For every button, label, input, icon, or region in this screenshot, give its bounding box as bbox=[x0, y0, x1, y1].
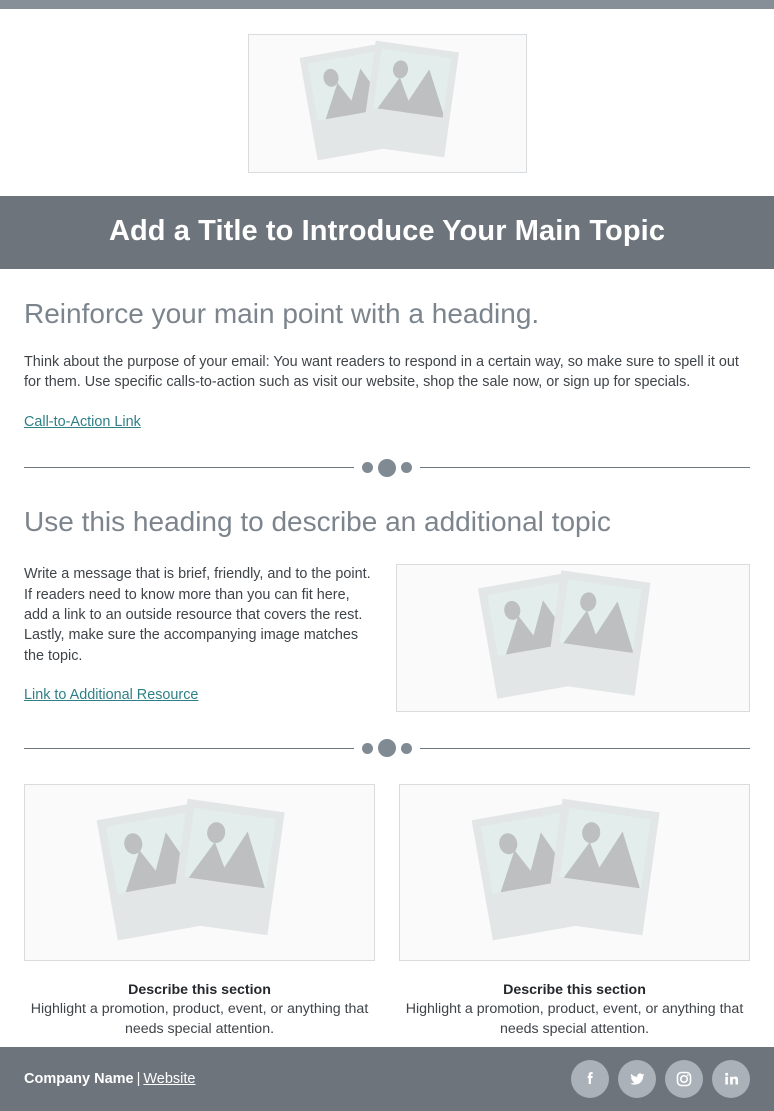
title-banner: Add a Title to Introduce Your Main Topic bbox=[0, 196, 774, 269]
photo-placeholder-icon bbox=[467, 798, 682, 943]
footer-separator: | bbox=[136, 1071, 141, 1087]
divider-rule-right bbox=[420, 747, 750, 749]
section-one-body: Think about the purpose of your email: Y… bbox=[24, 353, 739, 391]
divider-dot-small-right bbox=[401, 462, 412, 474]
section-two-image-placeholder[interactable] bbox=[396, 564, 750, 713]
card-title: Describe this section bbox=[503, 982, 646, 999]
divider-dot-small-right bbox=[401, 742, 412, 754]
additional-resource-link[interactable]: Link to Additional Resource bbox=[24, 687, 198, 703]
instagram-link[interactable] bbox=[665, 1060, 703, 1098]
facebook-link[interactable] bbox=[571, 1060, 609, 1098]
section-two-heading: Use this heading to describe an addition… bbox=[24, 505, 611, 537]
hero-image-placeholder[interactable] bbox=[247, 34, 527, 173]
card-description: Highlight a promotion, product, event, o… bbox=[405, 1001, 744, 1037]
divider-dot-large bbox=[378, 739, 396, 758]
divider-rule-left bbox=[24, 747, 354, 749]
divider-dot-small-left bbox=[362, 462, 373, 474]
social-links bbox=[571, 1060, 750, 1098]
card-left: Describe this section Highlight a promot… bbox=[24, 784, 375, 1040]
facebook-icon bbox=[580, 1069, 600, 1089]
photo-placeholder-icon bbox=[292, 40, 482, 164]
section-two-image-column bbox=[396, 564, 750, 713]
divider-two bbox=[24, 738, 750, 758]
divider-dots bbox=[354, 458, 420, 477]
divider-rule-left bbox=[24, 467, 354, 469]
call-to-action-link[interactable]: Call-to-Action Link bbox=[24, 414, 141, 430]
top-accent-bar bbox=[0, 0, 774, 9]
instagram-icon bbox=[674, 1069, 694, 1089]
company-name: Company Name bbox=[24, 1071, 134, 1087]
linkedin-icon bbox=[721, 1069, 741, 1089]
card-right: Describe this section Highlight a promot… bbox=[399, 784, 750, 1040]
hero-section bbox=[0, 9, 774, 196]
card-description: Highlight a promotion, product, event, o… bbox=[30, 1001, 369, 1037]
cards-row: Describe this section Highlight a promot… bbox=[24, 784, 750, 1040]
photo-placeholder-icon bbox=[92, 798, 307, 943]
card-title: Describe this section bbox=[128, 982, 271, 999]
card-image-placeholder[interactable] bbox=[24, 784, 375, 962]
main-content: Reinforce your main point with a heading… bbox=[0, 298, 774, 1040]
card-image-placeholder[interactable] bbox=[399, 784, 750, 962]
website-link[interactable]: Website bbox=[143, 1071, 195, 1087]
divider-dot-small-left bbox=[362, 742, 373, 754]
twitter-icon bbox=[627, 1069, 648, 1090]
divider-dots bbox=[354, 739, 420, 758]
photo-placeholder-icon bbox=[473, 570, 673, 702]
linkedin-link[interactable] bbox=[712, 1060, 750, 1098]
email-template-page: Add a Title to Introduce Your Main Topic… bbox=[0, 0, 774, 1111]
page-title: Add a Title to Introduce Your Main Topic bbox=[108, 215, 666, 247]
section-two-body: Write a message that is brief, friendly,… bbox=[24, 566, 371, 664]
twitter-link[interactable] bbox=[618, 1060, 656, 1098]
section-two-text-column: Write a message that is brief, friendly,… bbox=[24, 564, 374, 704]
divider-dot-large bbox=[378, 458, 396, 477]
section-one-heading: Reinforce your main point with a heading… bbox=[24, 297, 540, 329]
section-two-columns: Write a message that is brief, friendly,… bbox=[24, 564, 750, 713]
footer: Company Name | Website bbox=[0, 1047, 774, 1111]
divider-one bbox=[24, 458, 750, 478]
footer-company-block: Company Name | Website bbox=[24, 1071, 196, 1087]
divider-rule-right bbox=[420, 467, 750, 469]
